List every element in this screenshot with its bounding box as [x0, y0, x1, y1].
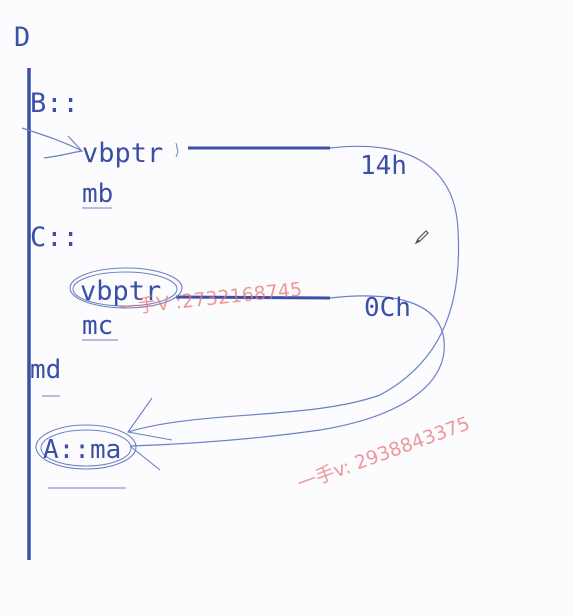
b-member-label: mb	[82, 179, 114, 209]
section-b-label: B::	[30, 88, 79, 119]
arrowhead-top	[127, 397, 173, 441]
diagram-strokes	[21, 68, 460, 560]
b-pointer-arrow	[21, 127, 83, 152]
virtual-base-member-label: A::ma	[43, 435, 122, 465]
class-d-label: D	[14, 22, 31, 53]
b-offset-label: 14h	[360, 151, 407, 181]
c-member-label: mc	[82, 311, 114, 341]
b-vbptr-tick	[175, 142, 179, 158]
whiteboard-canvas: D B:: vbptr mb 14h C:: vbptr mc 0Ch md A…	[0, 0, 574, 616]
pencil-icon	[414, 230, 429, 245]
arrowhead-bottom	[129, 445, 161, 471]
section-c-label: C::	[30, 222, 79, 253]
c-offset-label: 0Ch	[364, 293, 411, 323]
b-vbptr-label: vbptr	[82, 138, 164, 169]
md-label: md	[30, 355, 62, 385]
